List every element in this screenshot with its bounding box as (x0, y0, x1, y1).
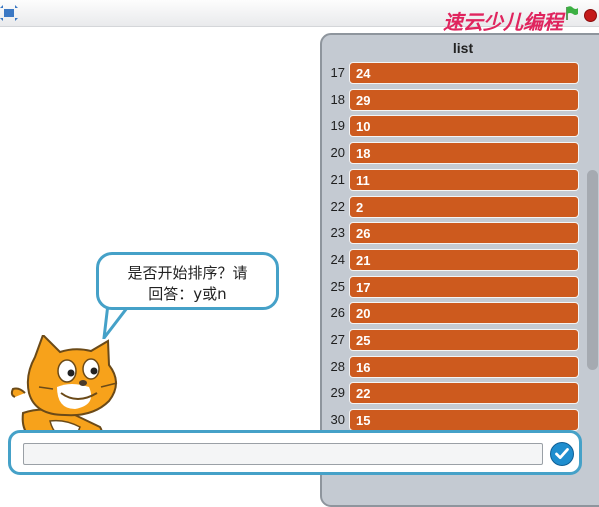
list-item-index: 17 (330, 65, 345, 80)
list-item-cell[interactable]: 2 (349, 195, 579, 218)
list-item-value: 16 (356, 359, 371, 375)
list-item-cell[interactable]: 16 (349, 355, 579, 378)
list-item[interactable]: 17 24 (322, 62, 599, 86)
list-item-cell[interactable]: 29 (349, 88, 579, 111)
list-item-value: 26 (356, 226, 371, 242)
list-item-cell[interactable]: 15 (349, 409, 579, 432)
list-item-index: 22 (330, 198, 345, 214)
list-item-index: 18 (330, 91, 345, 107)
green-flag-icon[interactable] (565, 6, 579, 20)
list-item[interactable]: 26 20 (322, 302, 599, 326)
list-item-value: 10 (356, 119, 371, 135)
list-item-index: 26 (330, 305, 345, 321)
speech-bubble-line-2: 回答：y或n (148, 285, 227, 303)
list-item-value: 17 (356, 279, 371, 295)
stop-sign-icon[interactable] (584, 9, 597, 22)
list-item-cell[interactable]: 11 (349, 168, 579, 191)
checkmark-icon (555, 448, 569, 460)
list-item-cell[interactable]: 10 (349, 115, 579, 138)
list-item-value: 15 (356, 413, 371, 429)
list-item[interactable]: 29 22 (322, 382, 599, 406)
list-item-index: 21 (330, 171, 345, 187)
list-item-value: 18 (356, 146, 371, 162)
cat-sprite[interactable] (5, 335, 145, 445)
list-item-value: 2 (356, 199, 364, 215)
answer-panel (8, 430, 582, 475)
list-item-value: 24 (356, 66, 371, 81)
list-item-index: 25 (330, 278, 345, 294)
list-item[interactable]: 25 17 (322, 275, 599, 300)
list-item-cell[interactable]: 20 (349, 302, 579, 325)
list-item-cell[interactable]: 21 (349, 248, 579, 271)
list-item-value: 29 (356, 92, 371, 108)
list-item-index: 19 (330, 118, 345, 134)
list-item-cell[interactable]: 22 (349, 382, 579, 405)
stage-toolbar: 速云少儿编程 (0, 0, 599, 34)
list-item-index: 24 (330, 251, 345, 267)
list-item-index: 27 (330, 332, 345, 347)
list-item[interactable]: 21 11 (322, 168, 599, 193)
list-item-index: 20 (330, 145, 345, 161)
list-item-value: 11 (356, 172, 370, 188)
speech-bubble-line-1: 是否开始排序？请 (127, 264, 248, 282)
list-item[interactable]: 22 2 (322, 195, 599, 220)
list-item-value: 25 (356, 333, 371, 348)
list-item[interactable]: 24 21 (322, 248, 599, 273)
list-item[interactable]: 28 16 (322, 355, 599, 380)
list-item[interactable]: 20 18 (322, 142, 599, 166)
brand-logo-text: 速云少儿编程 (443, 10, 566, 34)
list-item-cell[interactable]: 24 (349, 62, 579, 84)
submit-answer-button[interactable] (550, 442, 574, 466)
list-item-index: 30 (330, 412, 345, 428)
list-item-cell[interactable]: 17 (349, 275, 579, 298)
list-item[interactable]: 27 25 (322, 329, 599, 353)
fullscreen-icon[interactable] (0, 5, 18, 21)
list-item-cell[interactable]: 25 (349, 329, 579, 351)
list-item-cell[interactable]: 26 (349, 222, 579, 245)
list-item-value: 22 (356, 386, 371, 402)
list-item[interactable]: 18 29 (322, 88, 599, 113)
list-item[interactable]: 19 10 (322, 115, 599, 139)
list-item-cell[interactable]: 18 (349, 142, 579, 165)
list-item-index: 28 (330, 358, 345, 374)
speech-bubble: 是否开始排序？请 回答：y或n (96, 252, 279, 310)
speech-bubble-text: 是否开始排序？请 回答：y或n (99, 263, 276, 305)
list-item-index: 23 (330, 225, 345, 241)
list-item-index: 29 (330, 385, 345, 401)
list-item-value: 21 (356, 252, 371, 268)
answer-input[interactable] (23, 443, 543, 465)
list-item[interactable]: 23 26 (322, 222, 599, 246)
list-item-value: 20 (356, 306, 371, 322)
list-scrollbar[interactable] (587, 170, 598, 370)
